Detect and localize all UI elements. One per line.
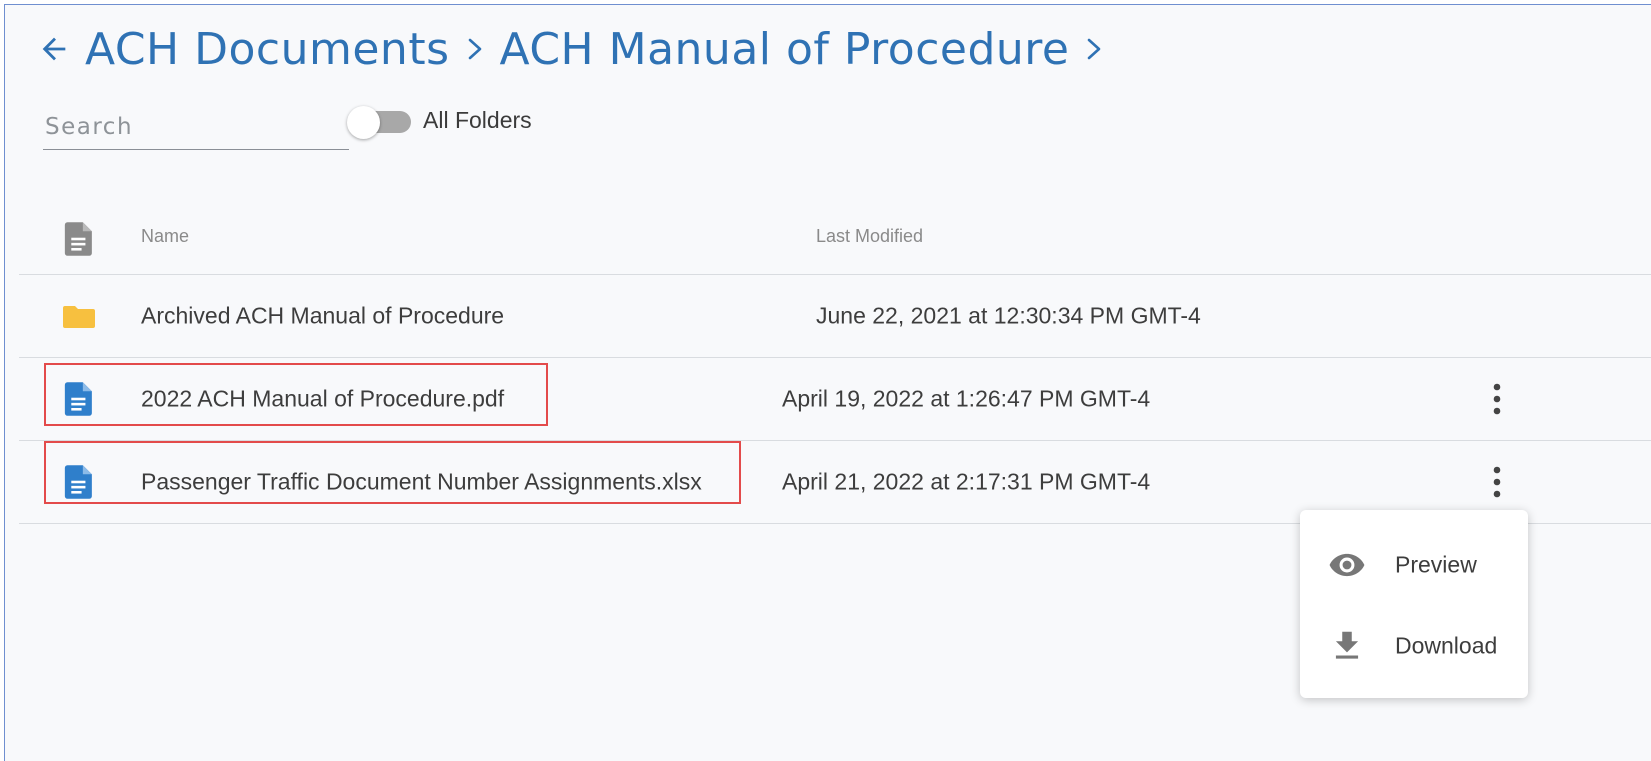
more-options-icon[interactable] — [1483, 464, 1511, 500]
menu-label-preview: Preview — [1395, 551, 1477, 578]
file-icon — [64, 465, 92, 499]
document-header-icon — [64, 222, 92, 256]
chevron-right-icon — [468, 38, 481, 60]
table-header: Name Last Modified — [19, 190, 1651, 275]
eye-icon — [1329, 553, 1365, 577]
row-name[interactable]: 2022 ACH Manual of Procedure.pdf — [141, 386, 504, 413]
breadcrumb-ach-manual-of-procedure[interactable]: ACH Manual of Procedure — [500, 24, 1070, 75]
breadcrumb: ACH Documents ACH Manual of Procedure — [37, 19, 1119, 79]
all-folders-label: All Folders — [423, 107, 532, 133]
file-browser-panel: ACH Documents ACH Manual of Procedure Al… — [4, 4, 1651, 761]
more-options-icon[interactable] — [1483, 381, 1511, 417]
table-row[interactable]: 2022 ACH Manual of Procedure.pdf April 1… — [19, 358, 1651, 441]
row-name[interactable]: Archived ACH Manual of Procedure — [141, 303, 504, 330]
documents-table: Name Last Modified Archived ACH Manual o… — [19, 190, 1651, 524]
row-last-modified: April 19, 2022 at 1:26:47 PM GMT-4 — [782, 385, 1151, 412]
menu-item-download[interactable]: Download — [1300, 606, 1528, 686]
header-last-modified[interactable]: Last Modified — [816, 226, 923, 247]
search-field — [43, 105, 349, 150]
menu-item-preview[interactable]: Preview — [1300, 525, 1528, 605]
table-row[interactable]: Archived ACH Manual of Procedure June 22… — [19, 275, 1651, 358]
folder-icon — [63, 306, 95, 328]
chevron-right-icon — [1088, 38, 1101, 60]
context-menu: Preview Download — [1300, 510, 1528, 698]
menu-label-download: Download — [1395, 632, 1498, 659]
search-input[interactable] — [43, 105, 349, 149]
row-name[interactable]: Passenger Traffic Document Number Assign… — [141, 469, 702, 496]
breadcrumb-ach-documents[interactable]: ACH Documents — [85, 24, 450, 75]
row-last-modified: April 21, 2022 at 2:17:31 PM GMT-4 — [782, 468, 1151, 495]
file-icon — [64, 382, 92, 416]
download-icon — [1335, 631, 1359, 659]
header-name[interactable]: Name — [141, 226, 189, 247]
back-arrow-icon[interactable] — [37, 32, 71, 66]
toggle-thumb — [347, 106, 380, 139]
all-folders-toggle[interactable] — [347, 106, 411, 140]
row-last-modified: June 22, 2021 at 12:30:34 PM GMT-4 — [816, 302, 1201, 329]
